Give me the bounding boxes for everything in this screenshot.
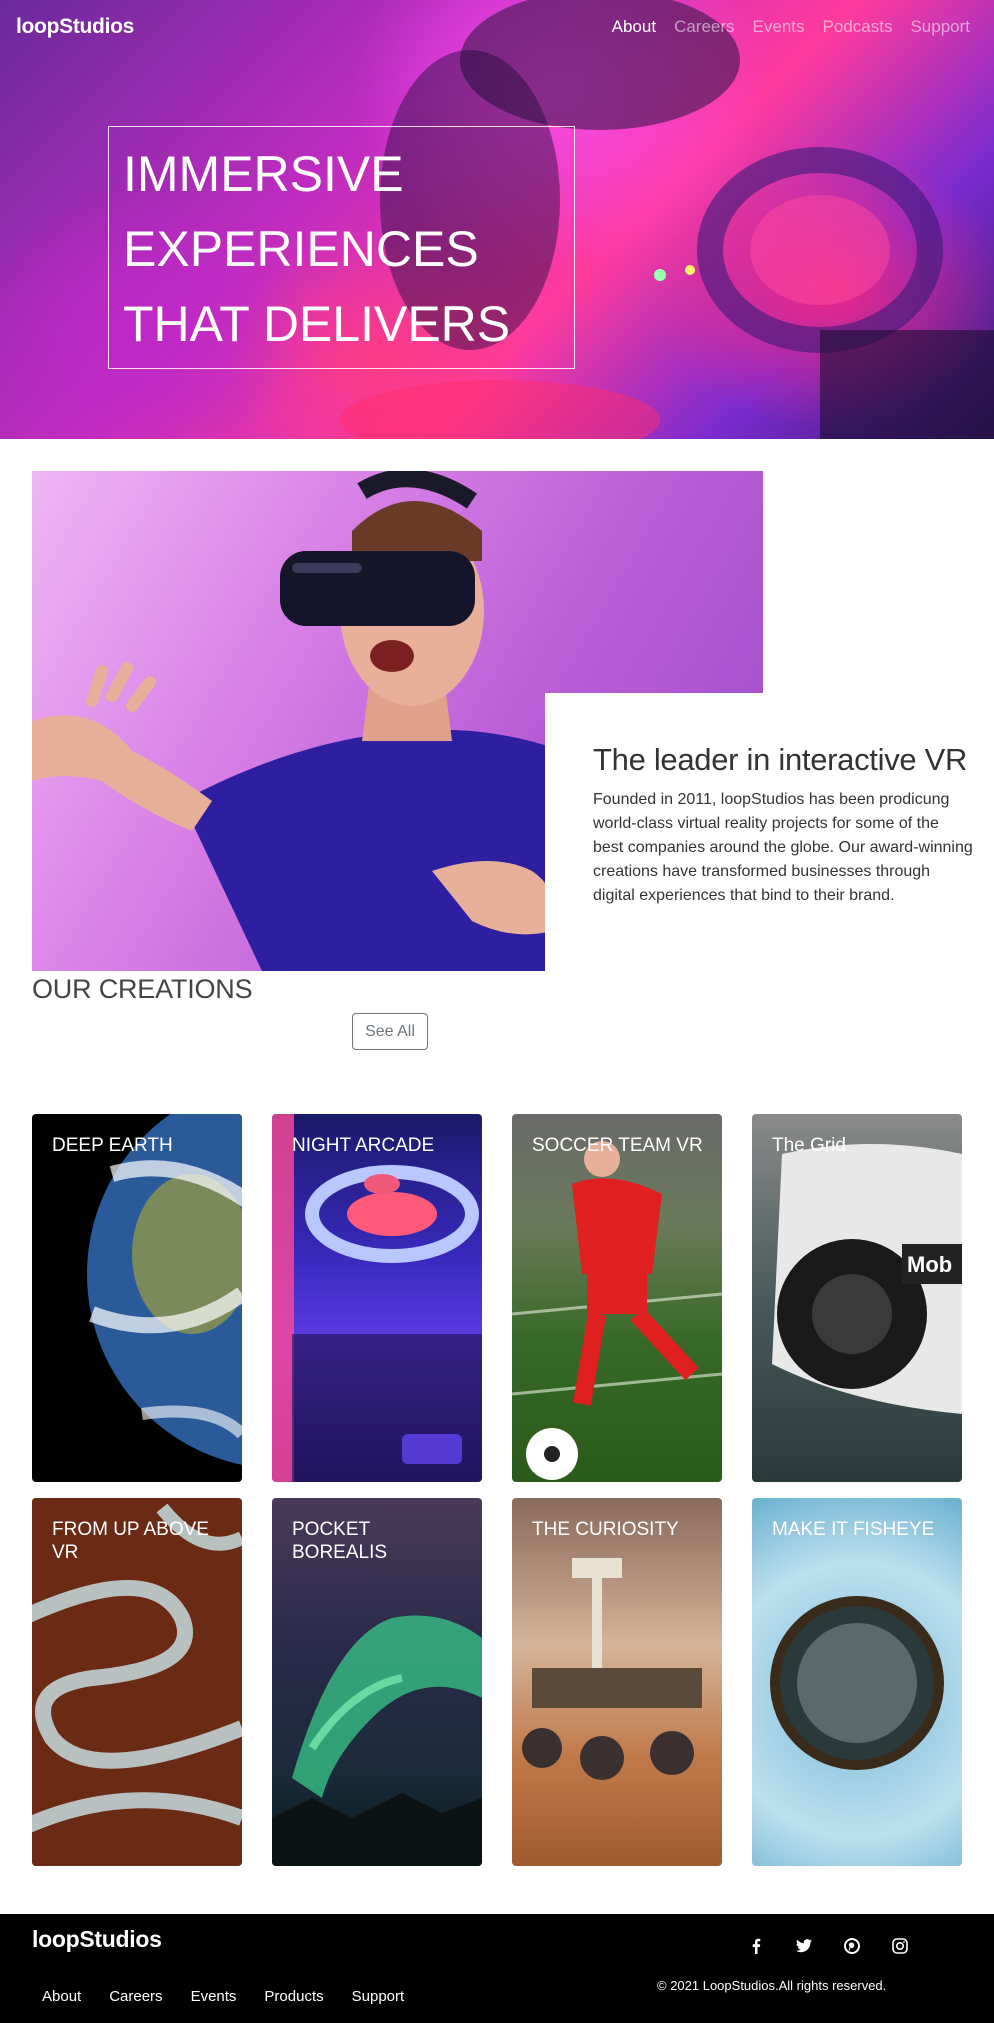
fisheye-image — [770, 1596, 944, 1770]
footer-link-products[interactable]: Products — [264, 1988, 323, 2005]
nav-link-support[interactable]: Support — [910, 17, 970, 37]
creation-card-pocket-borealis[interactable]: POCKET BOREALIS — [272, 1498, 482, 1866]
creation-card-soccer-team-vr[interactable]: SOCCER TEAM VR — [512, 1114, 722, 1482]
creation-card-from-up-above-vr[interactable]: FROM UP ABOVE VR — [32, 1498, 242, 1866]
creation-card-make-it-fisheye[interactable]: MAKE IT FISHEYE — [752, 1498, 962, 1866]
card-title: SOCCER TEAM VR — [532, 1135, 703, 1156]
footer-link-events[interactable]: Events — [191, 1988, 237, 2005]
creations-title: OUR CREATIONS — [32, 974, 253, 1004]
hero-section: loopStudios About Careers Events Podcast… — [0, 0, 994, 439]
brand-logo[interactable]: loopStudios — [16, 15, 134, 39]
mars-rover-image — [522, 1558, 702, 1780]
creation-card-the-grid[interactable]: Mob The Grid — [752, 1114, 962, 1482]
footer-logo[interactable]: loopStudios — [32, 1926, 162, 1953]
nav-links: About Careers Events Podcasts Support — [612, 17, 970, 37]
race-car-image: Mob — [772, 1144, 962, 1414]
about-body: Founded in 2011, loopStudios has been pr… — [593, 791, 973, 904]
hero-title: IMMERSIVE EXPERIENCES THAT DELIVERS — [123, 146, 511, 352]
about-title: The leader in interactive VR — [593, 742, 968, 777]
twitter-icon[interactable] — [792, 1934, 816, 1958]
card-title: POCKET BOREALIS — [292, 1519, 388, 1563]
card-title: FROM UP ABOVE VR — [52, 1519, 209, 1563]
card-title: THE CURIOSITY — [532, 1519, 679, 1540]
about-text-block: The leader in interactive VR Founded in … — [593, 742, 973, 908]
social-links — [744, 1934, 912, 1958]
facebook-icon[interactable] — [744, 1934, 768, 1958]
creation-card-deep-earth[interactable]: DEEP EARTH — [32, 1114, 242, 1482]
card-title: MAKE IT FISHEYE — [772, 1519, 935, 1540]
footer-link-support[interactable]: Support — [352, 1988, 405, 2005]
footer-link-about[interactable]: About — [42, 1988, 81, 2005]
top-navigation: loopStudios About Careers Events Podcast… — [0, 0, 994, 56]
footer-link-careers[interactable]: Careers — [109, 1988, 162, 2005]
footer: loopStudios © 2021 LoopStudios.All right… — [0, 1914, 994, 2023]
see-all-button[interactable]: See All — [352, 1013, 428, 1050]
nav-link-podcasts[interactable]: Podcasts — [823, 17, 893, 37]
instagram-icon[interactable] — [888, 1934, 912, 1958]
arcade-image — [272, 1114, 482, 1482]
pinterest-icon[interactable] — [840, 1934, 864, 1958]
creation-card-the-curiosity[interactable]: THE CURIOSITY — [512, 1498, 722, 1866]
card-title: DEEP EARTH — [52, 1135, 173, 1156]
card-title: The Grid — [772, 1135, 846, 1156]
creation-card-night-arcade[interactable]: NIGHT ARCADE — [272, 1114, 482, 1482]
nav-link-events[interactable]: Events — [753, 17, 805, 37]
footer-links: About Careers Events Products Support — [42, 1988, 404, 2005]
earth-image — [87, 1114, 242, 1465]
soccer-player-image — [512, 1141, 722, 1480]
hero-title-box: IMMERSIVE EXPERIENCES THAT DELIVERS — [108, 126, 575, 369]
card-title: NIGHT ARCADE — [292, 1135, 435, 1156]
svg-text:Mob: Mob — [907, 1252, 952, 1277]
nav-link-about[interactable]: About — [612, 17, 656, 37]
nav-link-careers[interactable]: Careers — [674, 17, 734, 37]
copyright-text: © 2021 LoopStudios.All rights reserved. — [657, 1978, 887, 1993]
